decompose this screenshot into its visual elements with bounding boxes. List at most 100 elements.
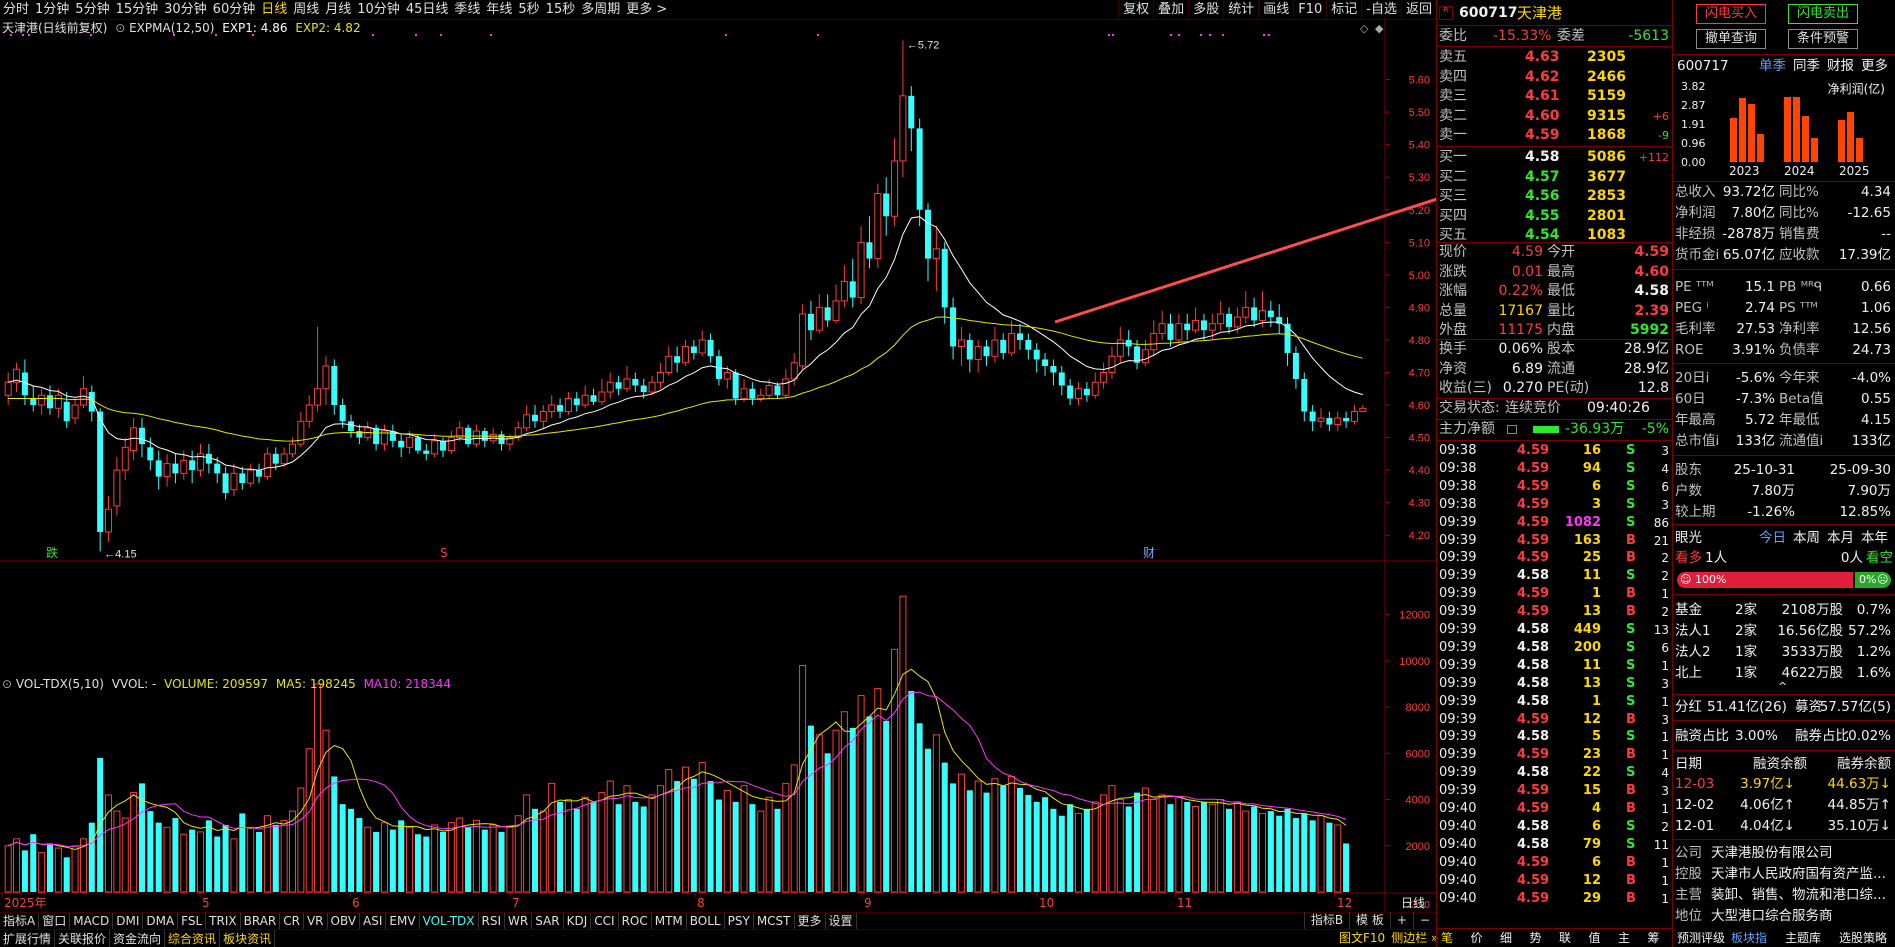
quote-tab-7[interactable]: 筹 [1648,929,1660,947]
quote-tab-1[interactable]: 价 [1471,929,1483,947]
period-13[interactable]: 5秒 [515,0,542,19]
sentiment-bar[interactable]: ☺ 100% 0% ☹ [1677,572,1891,588]
flash-buy-button[interactable]: 闪电买入 [1696,4,1766,24]
indicator-tab-25[interactable]: 设置 [826,913,857,929]
indicator-tab-20[interactable]: MTM [652,913,687,929]
indicator-tab-9[interactable]: VR [304,913,328,929]
toolbar-button-1[interactable]: 叠加 [1153,0,1188,20]
toolbar-button-4[interactable]: 画线 [1258,0,1293,20]
event-marker-s[interactable]: S [440,546,448,560]
diamond-icon[interactable]: ◇ [1360,22,1369,35]
indicator-tab-21[interactable]: BOLL [687,913,725,929]
stock-name[interactable]: 天津港 [1517,2,1562,24]
period-3[interactable]: 15分钟 [113,0,162,19]
indicator-tab-18[interactable]: CCI [591,913,619,929]
eye-tab-3[interactable]: 本年 [1861,528,1888,548]
indicator-tab-10[interactable]: OBV [328,913,361,929]
period-11[interactable]: 季线 [451,0,483,19]
quote-tab-6[interactable]: 主 [1618,929,1630,947]
fund-tab-3[interactable]: 更多 [1861,56,1888,76]
ask-row[interactable]: 卖五 4.63 2305 [1437,48,1673,67]
vol-settings-icon[interactable]: ⊙ [2,677,12,691]
fund-tab-1[interactable]: 同季 [1793,56,1820,76]
quote-tab-4[interactable]: 联 [1559,929,1571,947]
eye-tab-0[interactable]: 今日 [1759,528,1786,548]
indicator-right-0[interactable]: 指标B [1303,912,1349,929]
indicator-tab-11[interactable]: ASI [360,913,387,929]
fund-bottom-tab-3[interactable]: 选股策略 [1839,929,1887,947]
indicator-tab-24[interactable]: 更多 [795,913,826,929]
indicator-tab-15[interactable]: WR [505,913,533,929]
period-15[interactable]: 多周期 [578,0,623,19]
eye-tab-1[interactable]: 本周 [1793,528,1820,548]
bid-row[interactable]: 买三 4.56 2853 [1437,187,1673,206]
bid-row[interactable]: 买二 4.57 3677 [1437,168,1673,187]
toolbar-button-6[interactable]: 标记 [1326,0,1361,20]
indicator-tab-23[interactable]: MCST [754,913,795,929]
period-0[interactable]: 分时 [0,0,32,19]
indicator-right-1[interactable]: 模 板 [1349,912,1390,929]
bottom-tab-1[interactable]: 关联报价 [55,930,111,947]
bottom-tab-2[interactable]: 资金流向 [110,930,166,947]
toolbar-button-0[interactable]: 复权 [1118,0,1153,20]
toolbar-button-5[interactable]: F10 [1293,0,1326,20]
eye-tab-2[interactable]: 本月 [1827,528,1854,548]
period-12[interactable]: 年线 [483,0,515,19]
indicator-tab-5[interactable]: FSL [178,913,207,929]
ask-row[interactable]: 卖一 4.59 1868 -9 [1437,126,1673,145]
indicator-tab-3[interactable]: DMI [113,913,144,929]
indicator-tab-13[interactable]: VOL-TDX [420,913,479,929]
period-7[interactable]: 周线 [290,0,322,19]
toolbar-button-3[interactable]: 统计 [1223,0,1258,20]
event-marker-cai[interactable]: 财 [1143,546,1155,560]
bottom-right-0[interactable]: 图文F10 [1336,929,1388,947]
settings-small-icon[interactable]: ◆ [1375,22,1384,35]
toolbar-button-2[interactable]: 多股 [1188,0,1223,20]
indicator-tab-2[interactable]: MACD [70,913,114,929]
ask-row[interactable]: 卖二 4.60 9315 +6 [1437,107,1673,126]
quote-tab-2[interactable]: 细 [1500,929,1512,947]
period-10[interactable]: 45日线 [403,0,452,19]
main-flow-row[interactable]: 主力净额 -36.93万 -5% [1437,420,1673,439]
period-16[interactable]: 更多 > [623,0,670,19]
indicator-tab-19[interactable]: ROC [619,913,652,929]
indicator-tab-17[interactable]: KDJ [564,913,592,929]
period-5[interactable]: 60分钟 [210,0,259,19]
quote-tab-3[interactable]: 势 [1530,929,1542,947]
bottom-tab-0[interactable]: 扩展行情 [0,930,56,947]
indicator-tab-8[interactable]: CR [280,913,304,929]
indicator-tab-0[interactable]: 指标A [0,913,40,929]
indicator-tab-1[interactable]: 窗口 [39,913,71,929]
indicator-tab-16[interactable]: SAR [532,913,564,929]
flash-sell-button[interactable]: 闪电卖出 [1788,4,1858,24]
chevron-up-icon[interactable]: ^ [1778,680,1787,693]
indicator-tab-6[interactable]: TRIX [206,913,241,929]
kline-chart-area[interactable]: 5.605.505.405.305.205.105.004.904.804.70… [0,20,1436,912]
bottom-tab-3[interactable]: 综合资讯 [165,930,221,947]
indicator-tab-22[interactable]: PSY [725,913,754,929]
indicator-settings-icon[interactable]: ⊙ [115,21,125,35]
fund-tab-2[interactable]: 财报 [1827,56,1854,76]
period-2[interactable]: 5分钟 [72,0,112,19]
event-marker-die[interactable]: 跌 [46,545,58,560]
indicator-tab-14[interactable]: RSI [479,913,506,929]
ask-row[interactable]: 卖四 4.62 2466 [1437,68,1673,87]
indicator-right-2[interactable]: + [1389,912,1413,929]
period-4[interactable]: 30分钟 [161,0,210,19]
fund-bottom-tab-1[interactable]: 板块指 [1731,929,1767,947]
quote-tab-0[interactable]: 笔 [1441,929,1453,947]
period-8[interactable]: 月线 [322,0,354,19]
bid-row[interactable]: 买一 4.58 5086 +112 [1437,148,1673,167]
indicator-tab-12[interactable]: EMV [386,913,420,929]
indicator-tab-7[interactable]: BRAR [241,913,281,929]
bottom-tab-4[interactable]: 板块资讯 [220,930,276,947]
period-6[interactable]: 日线 [258,0,290,19]
period-14[interactable]: 15秒 [543,0,579,19]
bid-row[interactable]: 买四 4.55 2801 [1437,207,1673,226]
order-query-button[interactable]: 撤单查询 [1696,29,1766,49]
toolbar-button-8[interactable]: 返回 [1400,0,1436,20]
period-9[interactable]: 10分钟 [354,0,403,19]
fund-tab-0[interactable]: 单季 [1759,56,1786,76]
bottom-right-1[interactable]: 侧边栏 » [1388,929,1441,947]
condition-alert-button[interactable]: 条件预警 [1788,29,1858,49]
